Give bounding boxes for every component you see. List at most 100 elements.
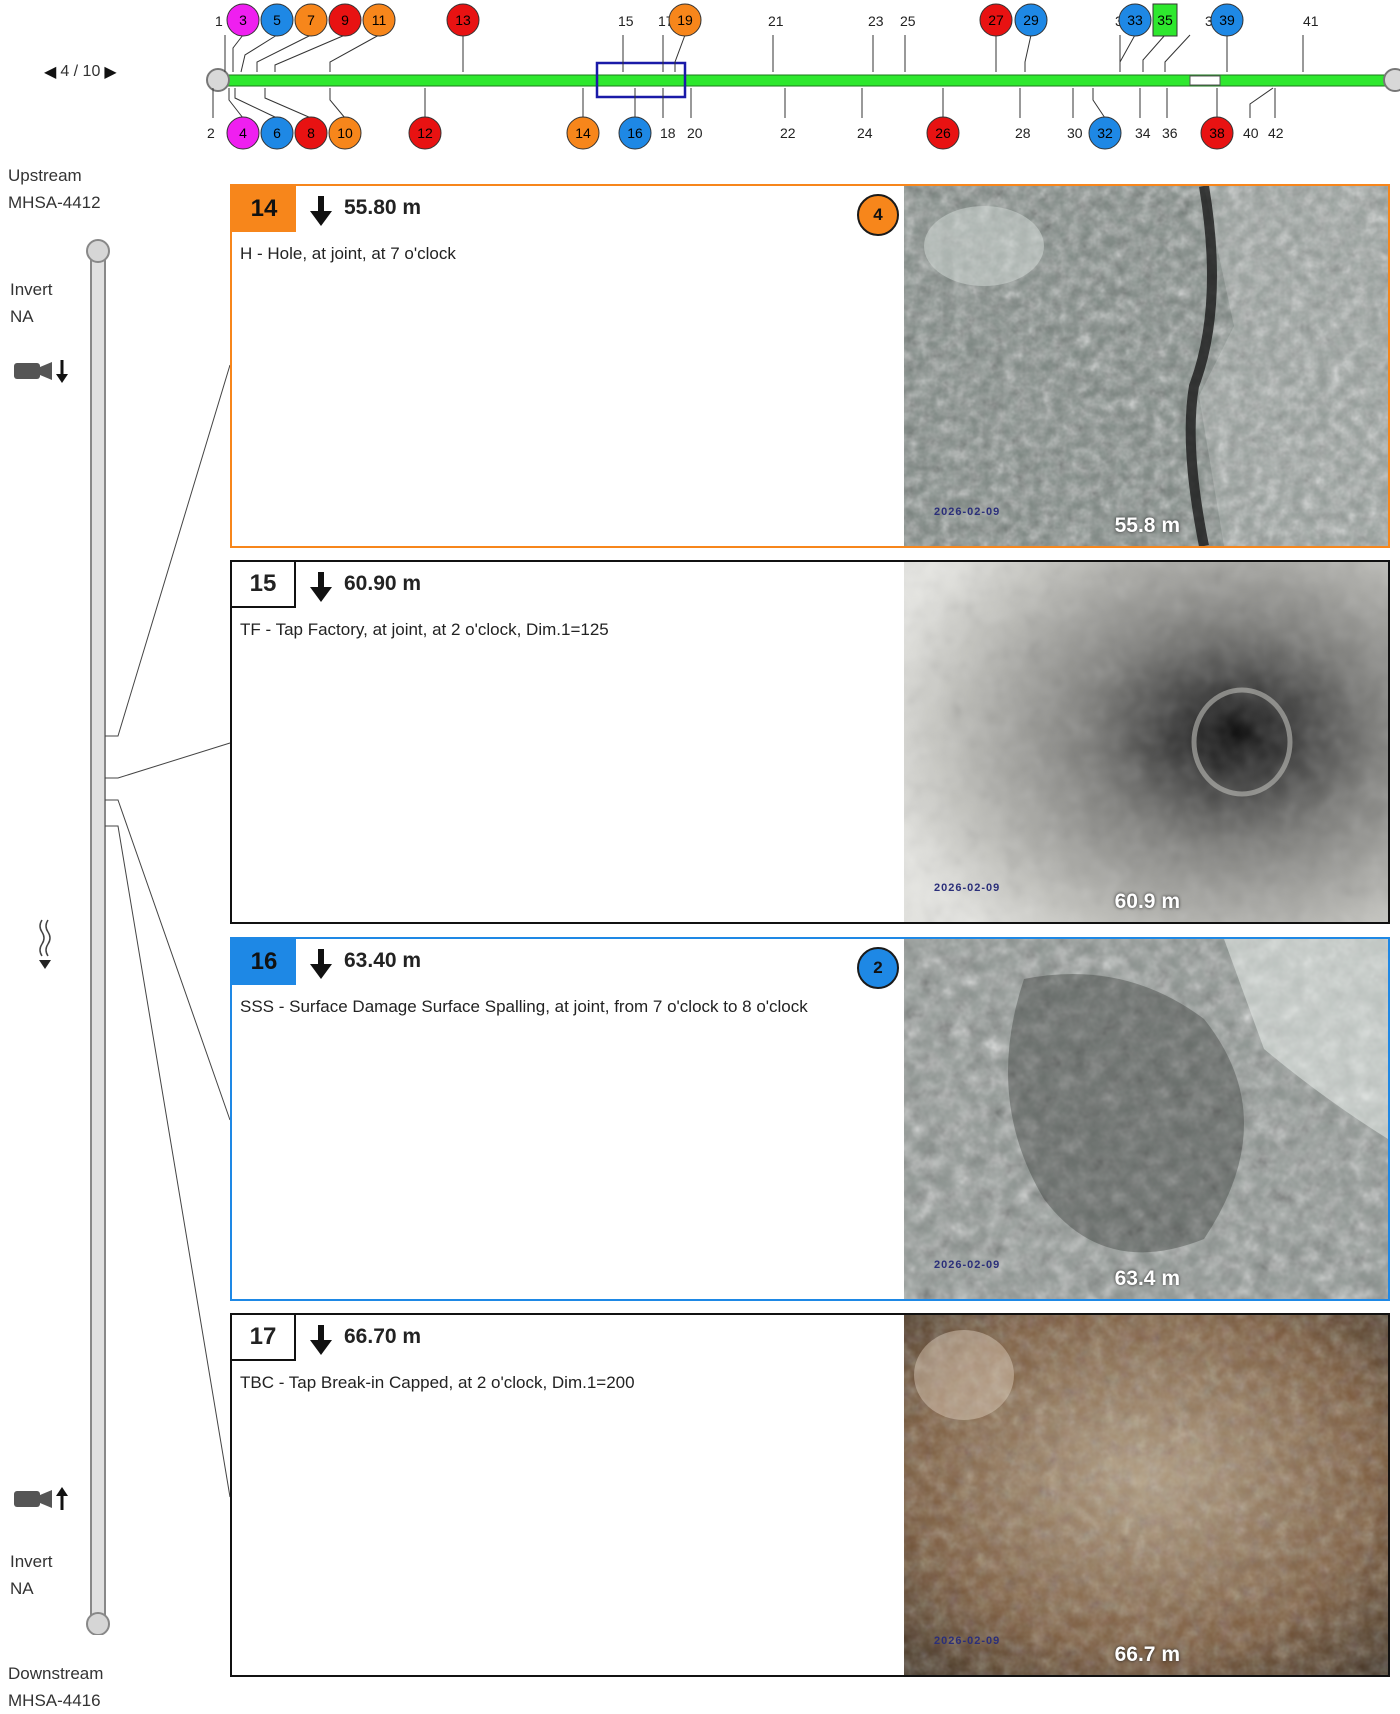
observation-photo[interactable]: 2026-02-09 66.7 m — [904, 1315, 1388, 1675]
observation-marker-12[interactable]: 12 — [408, 116, 442, 150]
observation-marker-9[interactable]: 9 — [328, 3, 362, 37]
observation-marker-3[interactable]: 3 — [226, 3, 260, 37]
svg-text:9: 9 — [341, 12, 349, 28]
svg-text:13: 13 — [455, 12, 471, 28]
photo-distance-overlay: 63.4 m — [1114, 1267, 1180, 1290]
observation-marker-4[interactable]: 4 — [226, 116, 260, 150]
observation-marker-33[interactable]: 33 — [1118, 3, 1152, 37]
observation-photo[interactable]: 2026-02-09 60.9 m — [904, 562, 1388, 922]
observation-description: TF - Tap Factory, at joint, at 2 o'clock… — [240, 620, 609, 639]
prev-page-arrow-icon[interactable]: ◀ — [44, 62, 56, 82]
observation-marker-38[interactable]: 38 — [1200, 116, 1234, 150]
observation-marker-32[interactable]: 32 — [1088, 116, 1122, 150]
pager: ◀ 4 / 10 ▶ — [44, 62, 117, 82]
svg-text:32: 32 — [1097, 125, 1113, 141]
top-connectors — [224, 34, 1304, 73]
tick-label: 25 — [900, 13, 916, 29]
observation-card-15[interactable]: 15 60.90 m TF - Tap Factory, at joint, a… — [230, 560, 1390, 924]
observation-marker-16[interactable]: 16 — [618, 116, 652, 150]
observation-marker-8[interactable]: 8 — [294, 116, 328, 150]
svg-text:30: 30 — [1067, 125, 1083, 141]
observation-marker-27[interactable]: 27 — [979, 3, 1013, 37]
card-connectors — [105, 364, 231, 1498]
photo-date-stamp: 2026-02-09 — [934, 1635, 1001, 1647]
upstream-node[interactable] — [86, 239, 110, 263]
observation-distance: 55.80 m — [344, 196, 422, 219]
photo-date-stamp: 2026-02-09 — [934, 506, 1001, 518]
photo-date-stamp: 2026-02-09 — [934, 882, 1001, 894]
next-page-arrow-icon[interactable]: ▶ — [104, 62, 116, 82]
svg-text:5: 5 — [273, 12, 281, 28]
svg-text:20: 20 — [687, 125, 703, 141]
svg-text:10: 10 — [337, 125, 353, 141]
observation-distance: 66.70 m — [344, 1325, 422, 1348]
svg-text:28: 28 — [1015, 125, 1031, 141]
invert-label: Invert — [10, 1552, 53, 1571]
upstream-info: Upstream MHSA-4412 — [8, 162, 101, 216]
observation-photo[interactable]: 2026-02-09 55.8 m — [904, 186, 1388, 546]
observation-marker-26[interactable]: 26 — [926, 116, 960, 150]
svg-text:6: 6 — [273, 125, 281, 141]
invert-bottom-info: Invert NA — [10, 1548, 53, 1602]
pipe-vertical — [86, 239, 231, 1635]
photo-distance-overlay: 66.7 m — [1114, 1643, 1180, 1666]
observation-marker-39[interactable]: 39 — [1210, 3, 1244, 37]
observation-marker-7[interactable]: 7 — [294, 3, 328, 37]
observation-number: 16 — [232, 939, 296, 985]
upstream-label: Upstream — [8, 166, 82, 185]
grade-badge: 2 — [857, 947, 899, 989]
downstream-node[interactable] — [86, 1612, 110, 1635]
svg-text:7: 7 — [307, 12, 315, 28]
pipe-timeline: 1 15 17 21 23 25 31 37 41 3 5 7 — [206, 3, 1400, 150]
observation-card-17[interactable]: 17 66.70 m TBC - Tap Break-in Capped, at… — [230, 1313, 1390, 1677]
svg-text:24: 24 — [857, 125, 873, 141]
observation-number: 15 — [232, 562, 296, 608]
observation-marker-19[interactable]: 19 — [668, 3, 702, 37]
invert-label: Invert — [10, 280, 53, 299]
camera-upstream-icon — [14, 1487, 68, 1510]
observation-marker-11[interactable]: 11 — [362, 3, 396, 37]
svg-text:27: 27 — [988, 12, 1004, 28]
photo-date-stamp: 2026-02-09 — [934, 1259, 1001, 1271]
svg-text:29: 29 — [1023, 12, 1039, 28]
observation-number: 14 — [232, 186, 296, 232]
pipe-end-node[interactable] — [1383, 68, 1400, 92]
svg-text:11: 11 — [372, 12, 387, 28]
svg-text:34: 34 — [1135, 125, 1151, 141]
observation-marker-6[interactable]: 6 — [260, 116, 294, 150]
svg-text:42: 42 — [1268, 125, 1284, 141]
observation-card-14[interactable]: 14 55.80 m 4 H - Hole, at joint, at 7 o'… — [230, 184, 1390, 548]
svg-text:4: 4 — [239, 125, 247, 141]
down-arrow-icon — [310, 572, 332, 602]
svg-text:12: 12 — [417, 125, 433, 141]
svg-text:26: 26 — [935, 125, 951, 141]
pipe-start-node[interactable] — [206, 68, 230, 92]
observation-distance: 63.40 m — [344, 949, 422, 972]
observation-photo[interactable]: 2026-02-09 63.4 m — [904, 939, 1388, 1299]
svg-text:19: 19 — [677, 12, 693, 28]
svg-text:22: 22 — [780, 125, 796, 141]
svg-text:35: 35 — [1157, 12, 1173, 28]
svg-text:38: 38 — [1209, 125, 1225, 141]
bottom-tick-labels: 2 18 20 22 24 28 30 34 36 40 42 — [207, 125, 1284, 141]
observation-marker-5[interactable]: 5 — [260, 3, 294, 37]
grade-badge: 4 — [857, 194, 899, 236]
svg-text:36: 36 — [1162, 125, 1178, 141]
down-arrow-icon — [310, 196, 332, 226]
svg-text:14: 14 — [575, 125, 591, 141]
photo-distance-overlay: 55.8 m — [1114, 514, 1180, 537]
top-observation-markers: 3 5 7 9 11 13 19 27 29 33 35 39 — [226, 3, 1244, 37]
observation-marker-10[interactable]: 10 — [328, 116, 362, 150]
observation-marker-35[interactable]: 35 — [1152, 3, 1178, 37]
tick-label: 41 — [1303, 13, 1319, 29]
observation-description: TBC - Tap Break-in Capped, at 2 o'clock,… — [240, 1373, 635, 1392]
invert-value: NA — [10, 1579, 34, 1598]
tick-label: 1 — [215, 13, 223, 29]
observation-card-16[interactable]: 16 63.40 m 2 SSS - Surface Damage Surfac… — [230, 937, 1390, 1301]
observation-marker-29[interactable]: 29 — [1014, 3, 1048, 37]
observation-marker-14[interactable]: 14 — [566, 116, 600, 150]
downstream-label: Downstream — [8, 1664, 104, 1683]
down-arrow-icon — [310, 1325, 332, 1355]
page-indicator: 4 / 10 — [60, 63, 101, 80]
observation-marker-13[interactable]: 13 — [446, 3, 480, 37]
